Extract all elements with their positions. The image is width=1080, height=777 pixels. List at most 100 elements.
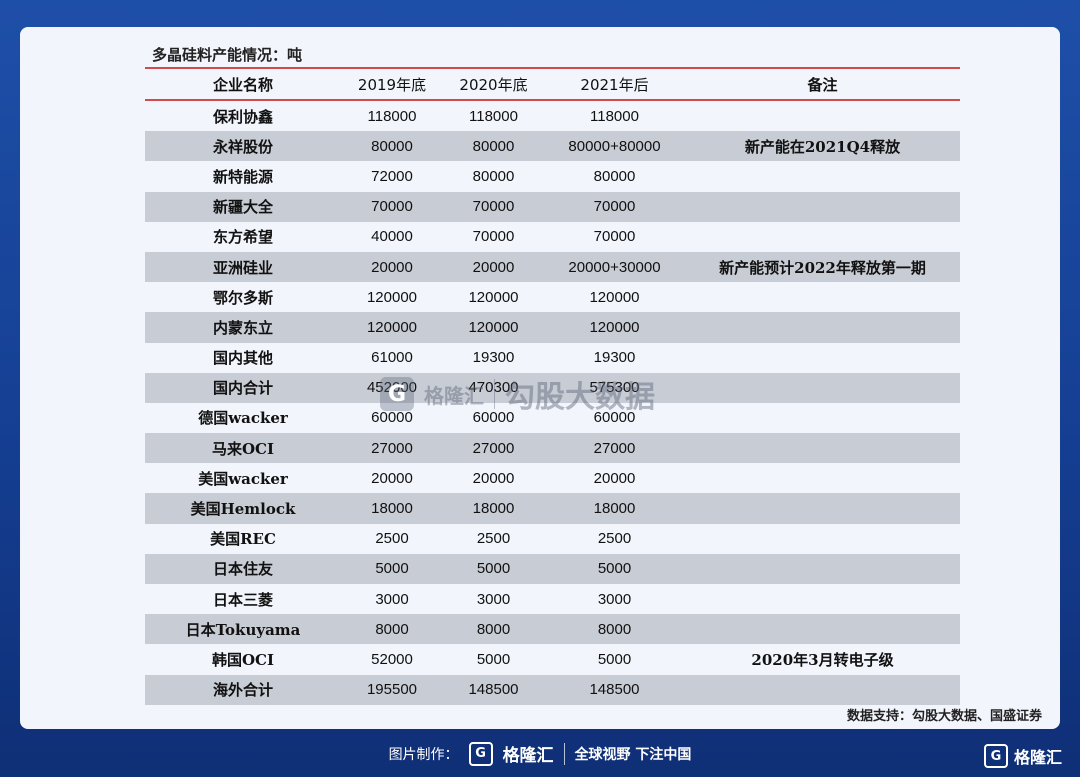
corner-logo-icon: G — [983, 744, 1008, 768]
cell-2019: 72000 — [371, 167, 413, 185]
cell-company: 海外合计 — [212, 681, 273, 700]
cell-2019: 40000 — [371, 228, 413, 246]
cell-2021: 575300 — [589, 379, 640, 397]
table-row: 韩国OCI 52000 5000 5000 2020年3月转电子级 — [145, 644, 960, 674]
header-2020: 2020年底 — [459, 75, 528, 94]
cell-2020: 470300 — [468, 379, 519, 397]
cell-2019: 80000 — [371, 137, 413, 155]
cell-2021: 70000 — [593, 228, 636, 246]
cell-company: 马来OCI — [211, 439, 275, 458]
cell-2020: 2500 — [476, 530, 511, 548]
cell-company: 鄂尔多斯 — [212, 288, 273, 307]
cell-2020: 80000 — [472, 137, 515, 155]
cell-2019: 20000 — [371, 469, 413, 487]
cell-2021: 5000 — [597, 560, 632, 578]
cell-2020: 120000 — [468, 288, 519, 306]
cell-company: 美国REC — [210, 530, 276, 549]
header-notes: 备注 — [807, 75, 838, 94]
table-row: 国内其他 61000 19300 19300 — [145, 343, 960, 373]
footer-slogan: 全球视野 下注中国 — [574, 746, 692, 763]
cell-2019: 195500 — [366, 681, 418, 699]
cell-2021: 19300 — [593, 349, 636, 367]
cell-company: 日本Tokuyama — [185, 620, 301, 639]
cell-company: 新疆大全 — [212, 198, 273, 217]
cell-2020: 80000 — [472, 167, 515, 185]
footer-bar: 图片制作： G 格隆汇 全球视野 下注中国 — [0, 730, 1080, 777]
cell-2019: 18000 — [371, 500, 413, 518]
header-2019: 2019年底 — [357, 75, 427, 94]
cell-2019: 27000 — [371, 439, 413, 457]
cell-2019: 52000 — [371, 650, 413, 668]
header-company: 企业名称 — [212, 75, 273, 94]
table-row: 德国wacker 60000 60000 60000 — [145, 403, 960, 433]
cell-2020: 8000 — [476, 620, 511, 638]
cell-2021: 2500 — [597, 530, 632, 548]
gelonghui-logo-icon: G — [468, 741, 493, 766]
cell-2021: 80000+80000 — [568, 137, 661, 155]
cell-2020: 27000 — [472, 439, 515, 457]
cell-2019: 70000 — [371, 198, 413, 216]
data-source: 数据支持：勾股大数据、国盛证券 — [846, 709, 1042, 724]
cell-2020: 5000 — [476, 650, 511, 668]
cell-2021: 18000 — [593, 500, 636, 518]
table-row: 美国wacker 20000 20000 20000 — [145, 463, 960, 493]
cell-2020: 70000 — [472, 198, 515, 216]
cell-2019: 61000 — [371, 349, 413, 367]
cell-2021: 120000 — [589, 288, 640, 306]
cell-2019: 8000 — [375, 620, 409, 638]
table-row: 新疆大全 70000 70000 70000 — [145, 191, 960, 222]
table-row: 日本住友 5000 5000 5000 — [145, 553, 960, 584]
cell-company: 保利协鑫 — [212, 107, 273, 126]
cell-2020: 3000 — [476, 590, 511, 608]
table-row: 日本Tokuyama 8000 8000 8000 — [145, 614, 960, 645]
cell-2020: 19300 — [472, 349, 515, 367]
table-row: 海外合计 195500 148500 148500 — [145, 674, 960, 705]
cell-company: 日本住友 — [212, 560, 273, 579]
cell-2021: 20000+30000 — [568, 258, 661, 276]
cell-company: 新特能源 — [212, 167, 273, 186]
cell-company: 东方希望 — [212, 228, 273, 247]
cell-company: 国内其他 — [212, 349, 273, 368]
footer-label: 图片制作： — [388, 746, 459, 763]
cell-2020: 120000 — [468, 318, 519, 336]
cell-company: 美国Hemlock — [190, 500, 296, 519]
cell-company: 德国wacker — [198, 409, 288, 428]
cell-2020: 148500 — [468, 681, 519, 699]
cell-2020: 70000 — [472, 228, 515, 246]
cell-2019: 118000 — [367, 107, 417, 125]
cell-2020: 60000 — [472, 409, 515, 427]
cell-2021: 148500 — [589, 681, 640, 699]
cell-company: 亚洲硅业 — [212, 258, 273, 277]
capacity-table: 企业名称 2019年底 2020年底 2021年后 备注 保利协鑫 118000 1… — [145, 67, 960, 705]
cell-2021: 3000 — [597, 590, 632, 608]
table-header: 企业名称 2019年底 2020年底 2021年后 备注 — [145, 69, 960, 101]
cell-2019: 2500 — [375, 530, 409, 548]
cell-notes: 新产能在2021Q4释放 — [744, 137, 901, 156]
cell-company: 日本三菱 — [212, 590, 273, 609]
cell-2021: 120000 — [589, 318, 640, 336]
table-row: 美国REC 2500 2500 2500 — [145, 524, 960, 554]
table-body: 保利协鑫 118000 118000 118000 永祥股份 80000 80000 8000… — [145, 101, 960, 705]
cell-2019: 120000 — [366, 318, 418, 336]
cell-notes: 2020年3月转电子级 — [751, 650, 894, 669]
cell-2019: 3000 — [375, 590, 409, 608]
footer-brand: 格隆汇 — [502, 746, 554, 766]
cell-2021: 8000 — [597, 620, 632, 638]
cell-company: 国内合计 — [212, 379, 273, 398]
table-row: 日本三菱 3000 3000 3000 — [145, 584, 960, 614]
cell-2019: 60000 — [371, 409, 413, 427]
cell-2019: 452000 — [366, 379, 418, 397]
cell-2021: 118000 — [590, 107, 639, 125]
cell-company: 韩国OCI — [211, 650, 275, 669]
cell-2019: 120000 — [366, 288, 418, 306]
footer-divider — [563, 742, 565, 765]
cell-2020: 20000 — [472, 469, 515, 487]
cell-2021: 20000 — [593, 469, 636, 487]
table-row: 保利协鑫 118000 118000 118000 — [145, 101, 960, 131]
cell-company: 永祥股份 — [212, 137, 273, 156]
corner-logo: G 格隆汇 — [983, 744, 1062, 768]
corner-brand: 格隆汇 — [1013, 748, 1062, 767]
cell-2020: 20000 — [472, 258, 515, 276]
table-row: 东方希望 40000 70000 70000 — [145, 222, 960, 252]
cell-2019: 20000 — [371, 258, 413, 276]
